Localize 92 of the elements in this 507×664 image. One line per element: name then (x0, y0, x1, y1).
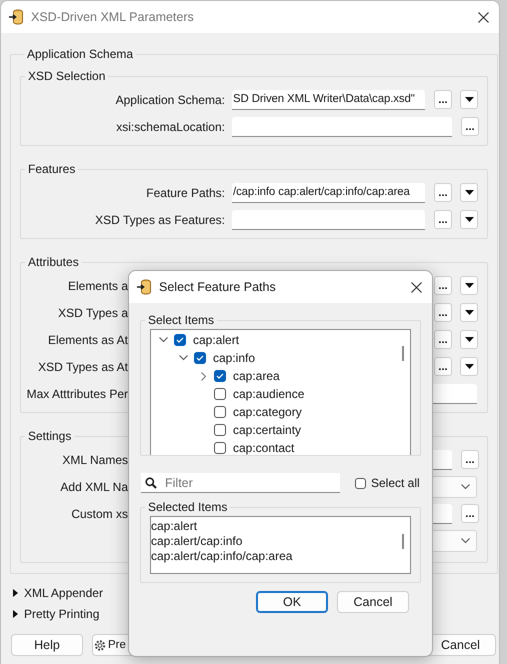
help-button[interactable]: Help (11, 634, 83, 656)
group-title: Select Items (147, 313, 216, 327)
menu-button[interactable] (460, 90, 478, 109)
menu-button[interactable] (460, 276, 478, 295)
scrollbar-thumb[interactable] (402, 346, 404, 361)
field-label: Application Schema: (114, 92, 225, 106)
list-item[interactable]: cap:alert (151, 519, 395, 534)
checkbox[interactable] (174, 334, 186, 346)
browse-button[interactable]: ... (434, 303, 452, 322)
checkmark-icon (176, 337, 184, 343)
chevron-right-icon[interactable] (200, 372, 206, 380)
field-label: Elements as At (46, 332, 128, 346)
triangle-down-icon (464, 310, 474, 315)
field-label: Feature Paths: (145, 186, 225, 200)
browse-button[interactable]: ... (434, 276, 452, 295)
menu-button[interactable] (460, 330, 478, 349)
tree-item[interactable]: cap:info (213, 351, 256, 365)
field-label: XSD Types as At (37, 360, 128, 374)
ok-button[interactable]: OK (256, 591, 328, 613)
checkbox[interactable] (214, 442, 226, 454)
checkbox[interactable] (214, 370, 226, 382)
field-label: Elements a (66, 278, 128, 292)
text-field[interactable] (232, 116, 452, 136)
browse-button[interactable]: ... (434, 357, 452, 376)
browse-button[interactable]: ... (434, 330, 452, 349)
checkbox[interactable] (194, 352, 206, 364)
checkbox[interactable] (214, 406, 226, 418)
triangle-down-icon (464, 364, 474, 369)
field-label: xsi:schemaLocation: (115, 120, 225, 134)
tree-item[interactable]: cap:contact (233, 441, 294, 455)
field-label: XML Names (61, 452, 128, 466)
menu-button[interactable] (460, 183, 478, 202)
expand-chevron-icon (159, 337, 168, 343)
browse-button[interactable]: ... (434, 210, 452, 229)
checkmark-icon (216, 373, 224, 379)
text-field[interactable]: /cap:info cap:alert/cap:info/cap:area (232, 182, 425, 202)
chevron-down-icon (461, 538, 470, 544)
list-item[interactable]: cap:alert/cap:info/cap:area (151, 549, 395, 564)
expand-chevron-icon (179, 355, 188, 361)
checkbox[interactable] (214, 388, 226, 400)
group-title: Attributes (27, 255, 80, 269)
section-title[interactable]: XML Appender (24, 586, 103, 600)
checkmark-icon (196, 355, 204, 361)
tree-item[interactable]: cap:area (233, 369, 280, 383)
window-title: XSD-Driven XML Parameters (31, 10, 195, 24)
triangle-down-icon (464, 190, 474, 195)
text-field[interactable]: SD Driven XML Writer\Data\cap.xsd" (232, 90, 425, 110)
app-icon (9, 9, 23, 25)
list-item[interactable]: cap:alert/cap:info (151, 534, 395, 549)
triangle-down-icon (464, 97, 474, 102)
checkbox-label[interactable]: Select all (371, 476, 420, 490)
cancel-button[interactable]: Cancel (337, 591, 409, 613)
close-icon[interactable] (478, 12, 489, 22)
group-title: Application Schema (26, 47, 134, 61)
tree-item[interactable]: cap:certainty (233, 423, 302, 437)
tree-item[interactable]: cap:category (233, 405, 302, 419)
menu-button[interactable] (460, 210, 478, 229)
close-icon[interactable] (411, 282, 422, 292)
triangle-down-icon (464, 337, 474, 342)
expand-caret-icon[interactable] (13, 588, 18, 596)
tree-item[interactable]: cap:audience (233, 387, 304, 401)
triangle-down-icon (464, 217, 474, 222)
chevron-down-icon (461, 484, 470, 490)
browse-button[interactable]: ... (434, 90, 452, 109)
field-label: Max Atttributes Per (26, 386, 128, 400)
gear-icon (94, 638, 106, 652)
browse-button[interactable]: ... (461, 117, 479, 136)
dialog-title: Select Feature Paths (159, 280, 277, 294)
checkbox[interactable] (214, 424, 226, 436)
expand-caret-icon[interactable] (13, 610, 18, 618)
scrollbar-thumb[interactable] (402, 534, 404, 549)
group-title: Settings (27, 429, 72, 443)
field-label: Add XML Na (59, 480, 128, 494)
checkbox[interactable] (355, 478, 366, 488)
menu-button[interactable] (460, 357, 478, 376)
section-title[interactable]: Pretty Printing (24, 606, 100, 620)
group-title: Selected Items (147, 500, 228, 514)
browse-button[interactable]: ... (434, 183, 452, 202)
app-icon (137, 279, 151, 295)
menu-button[interactable] (460, 303, 478, 322)
browse-button[interactable]: ... (461, 504, 479, 523)
browse-button[interactable]: ... (461, 450, 479, 469)
tree-item[interactable]: cap:alert (193, 333, 240, 347)
field-label: XSD Types a (57, 306, 128, 320)
group-title: XSD Selection (27, 69, 106, 83)
filter-field[interactable]: Filter (141, 473, 340, 493)
group-title: Features (27, 162, 76, 176)
field-label: XSD Types as Features: (94, 212, 225, 226)
field-label: Custom xs (70, 506, 128, 520)
text-field[interactable] (232, 210, 425, 230)
triangle-down-icon (464, 283, 474, 288)
search-icon (145, 477, 157, 489)
